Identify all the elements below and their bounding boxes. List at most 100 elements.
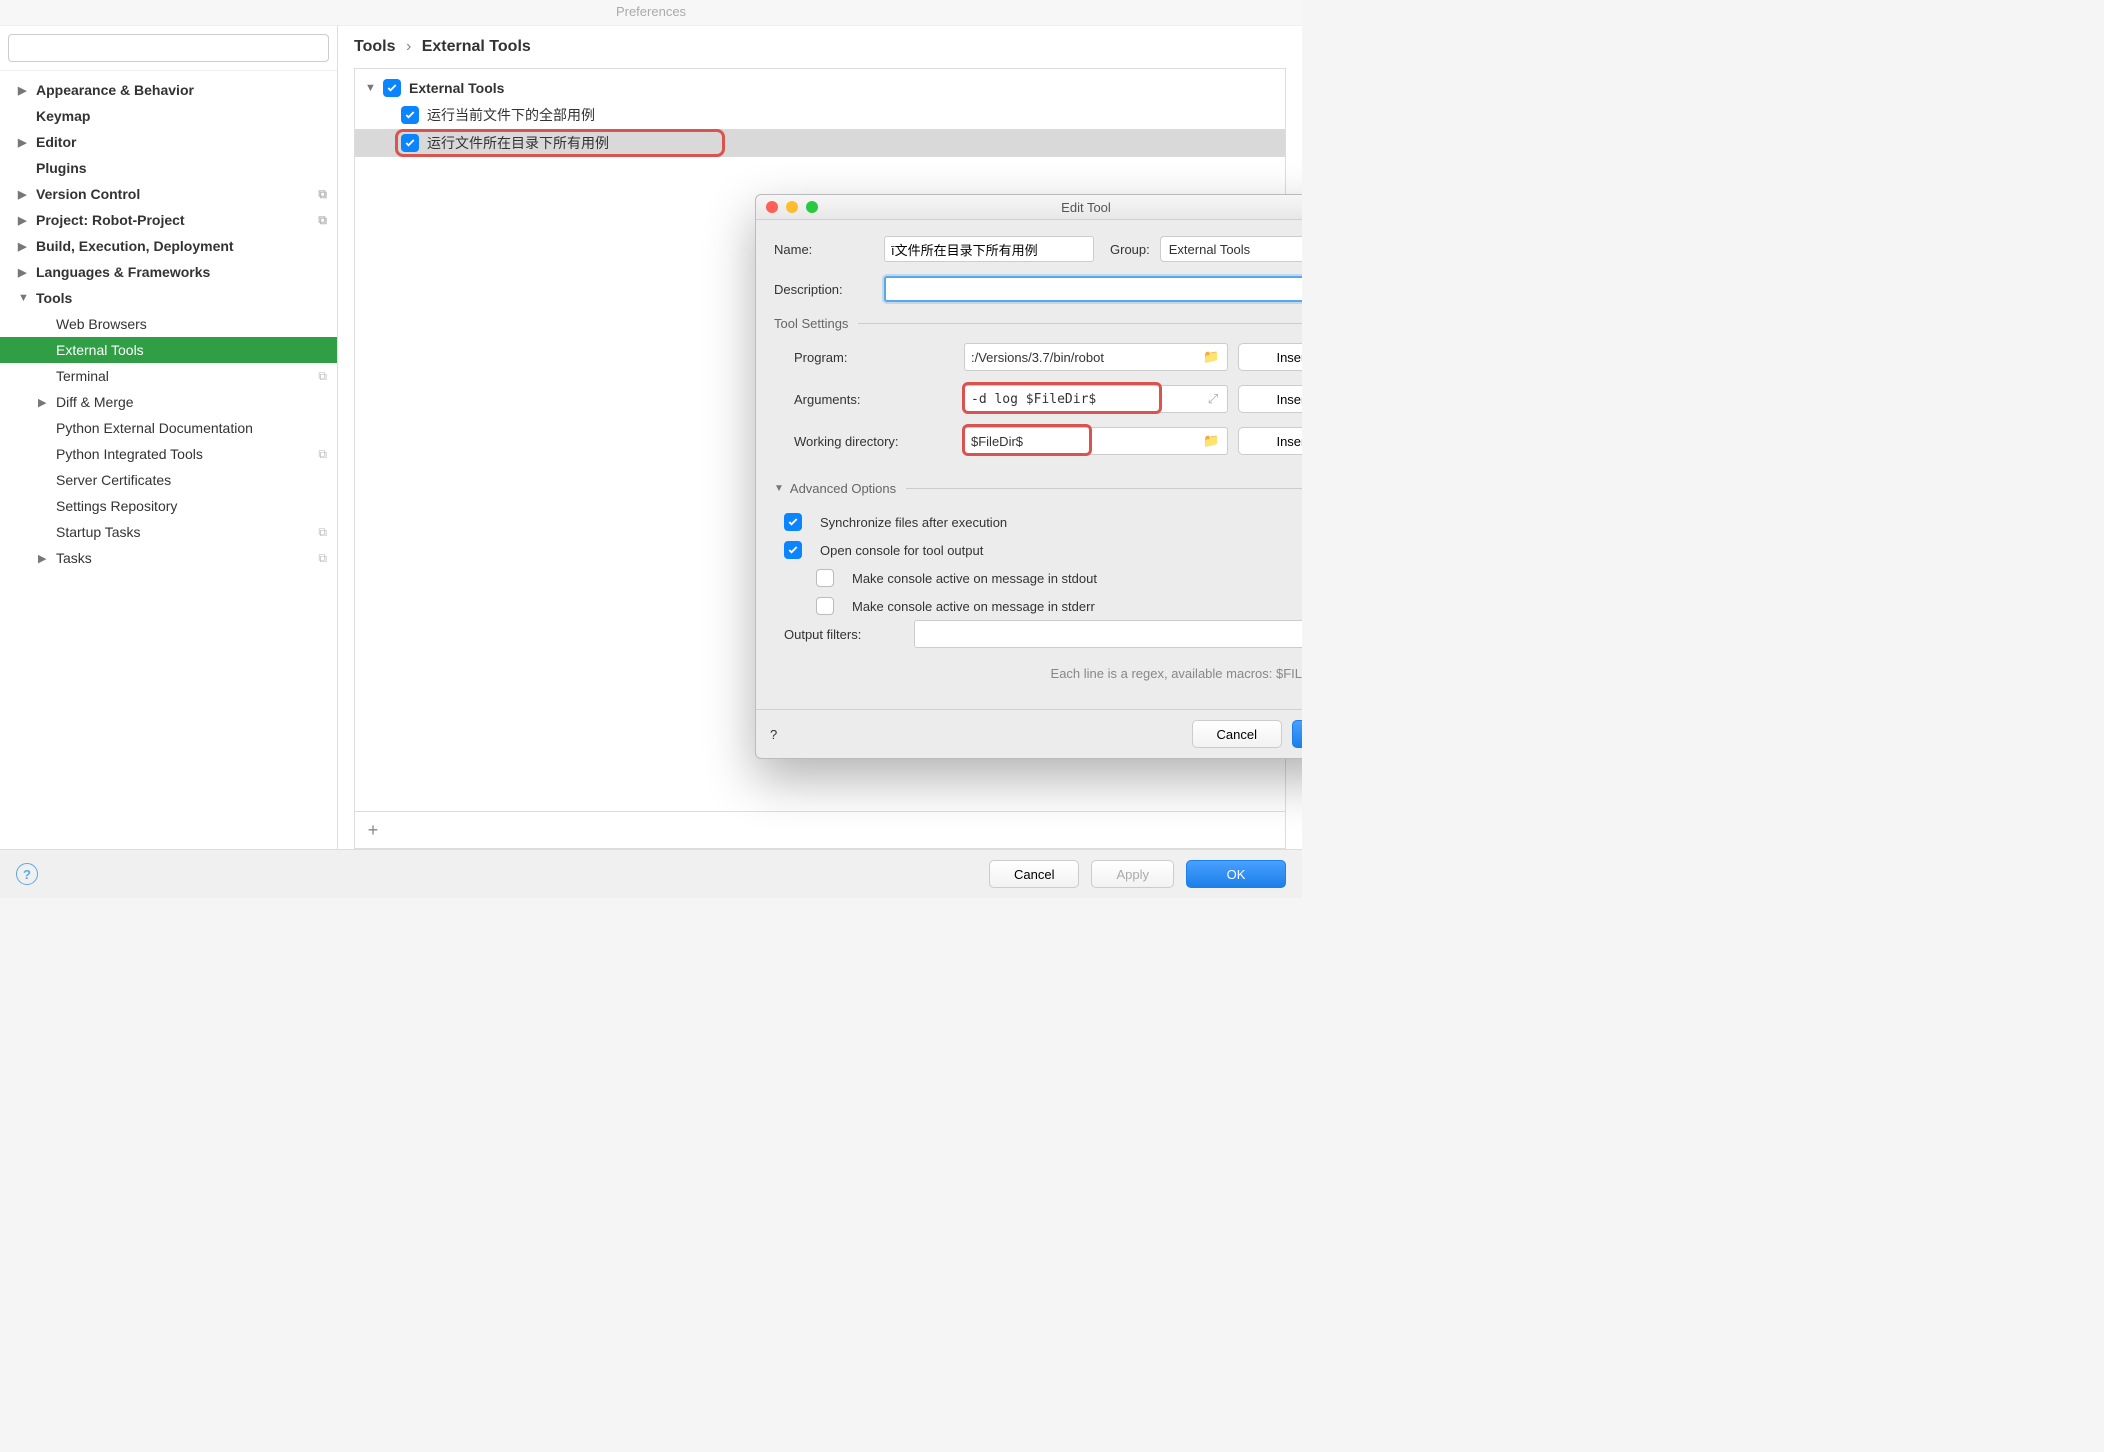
sidebar-item-label: Python Integrated Tools (56, 446, 203, 462)
sidebar-item-label: Project: Robot-Project (36, 212, 185, 228)
program-row: Program: :/Versions/3.7/bin/robot 📁 Inse… (774, 343, 1302, 371)
sidebar-item-label: Settings Repository (56, 498, 177, 514)
chevron-right-icon: ▶ (38, 552, 52, 565)
tree-item-label: 运行文件所在目录下所有用例 (427, 133, 609, 153)
add-button[interactable]: + (361, 818, 385, 842)
chevron-right-icon: ▶ (18, 188, 32, 201)
cancel-button[interactable]: Cancel (1192, 720, 1282, 748)
chevron-down-icon[interactable]: ▼ (774, 483, 784, 494)
sidebar-item-python-docs[interactable]: Python External Documentation (0, 415, 337, 441)
sidebar-item-web-browsers[interactable]: Web Browsers (0, 311, 337, 337)
chevron-down-icon: ▼ (18, 292, 32, 304)
description-row: Description: (774, 276, 1302, 302)
sidebar-item-vcs[interactable]: ▶Version Control⧉ (0, 181, 337, 207)
checkbox-checked-icon[interactable] (784, 541, 802, 559)
sidebar-item-tools[interactable]: ▼ Tools (0, 285, 337, 311)
dialog-titlebar[interactable]: Edit Tool (756, 195, 1302, 220)
sidebar-item-label: Keymap (36, 108, 90, 124)
workdir-row: Working directory: $FileDir$ 📁 Insert Ma… (774, 427, 1302, 455)
description-input[interactable] (884, 276, 1302, 302)
chevron-right-icon: ▶ (18, 136, 32, 149)
cancel-button[interactable]: Cancel (989, 860, 1079, 888)
console-option[interactable]: Open console for tool output (774, 536, 1302, 564)
sidebar-item-terminal[interactable]: Terminal⧉ (0, 363, 337, 389)
description-label: Description: (774, 282, 874, 297)
tree-group-label: External Tools (409, 80, 504, 96)
sidebar-item-plugins[interactable]: Plugins (0, 155, 337, 181)
sidebar-item-label: Web Browsers (56, 316, 147, 332)
tree-item-selected[interactable]: 运行文件所在目录下所有用例 (355, 129, 1285, 157)
arguments-label: Arguments: (794, 392, 954, 407)
sidebar-item-editor[interactable]: ▶Editor (0, 129, 337, 155)
folder-icon[interactable]: 📁 (1203, 433, 1223, 449)
close-icon[interactable] (766, 201, 778, 213)
group-label: Group: (1110, 242, 1150, 257)
checkbox-unchecked-icon[interactable] (816, 569, 834, 587)
checkbox-checked-icon[interactable] (784, 513, 802, 531)
tree-group[interactable]: ▼ External Tools (355, 75, 1285, 101)
arguments-input[interactable]: -d log $FileDir$ (971, 392, 1203, 407)
checkbox-unchecked-icon[interactable] (816, 597, 834, 615)
chevron-right-icon: ▶ (38, 396, 52, 409)
tool-settings-section: Tool Settings Program: :/Versions/3.7/bi… (774, 316, 1302, 469)
minimize-icon[interactable] (786, 201, 798, 213)
stdout-option[interactable]: Make console active on message in stdout (774, 564, 1302, 592)
sidebar-item-startup-tasks[interactable]: Startup Tasks ⧉ (0, 519, 337, 545)
preferences-window: Preferences 🔍 ▶Appearance & Behavior Key… (0, 0, 1302, 898)
window-title: Preferences (0, 0, 1302, 26)
sidebar-item-label: Python External Documentation (56, 420, 253, 436)
sync-option[interactable]: Synchronize files after execution (774, 508, 1302, 536)
sidebar-item-python-tools[interactable]: Python Integrated Tools⧉ (0, 441, 337, 467)
sidebar-item-label: Startup Tasks (56, 524, 141, 540)
insert-macro-button[interactable]: Insert Macro... (1238, 385, 1302, 413)
chevron-right-icon: ▶ (18, 84, 32, 97)
search-input[interactable] (8, 34, 329, 62)
workdir-input[interactable]: $FileDir$ (971, 434, 1203, 449)
content-area: Tools › External Tools ▼ External Tools … (338, 26, 1302, 849)
help-icon[interactable]: ? (770, 727, 777, 742)
folder-icon[interactable]: 📁 (1203, 349, 1223, 365)
sidebar-item-external-tools[interactable]: External Tools (0, 337, 337, 363)
copy-icon: ⧉ (318, 525, 327, 540)
help-icon[interactable]: ? (16, 863, 38, 885)
checkbox-checked-icon[interactable] (401, 134, 419, 152)
sidebar-item-keymap[interactable]: Keymap (0, 103, 337, 129)
traffic-lights (766, 201, 818, 213)
name-label: Name: (774, 242, 874, 257)
sidebar-item-label: Tools (36, 290, 72, 306)
sidebar-item-server-certs[interactable]: Server Certificates (0, 467, 337, 493)
tree-item[interactable]: 运行当前文件下的全部用例 (355, 101, 1285, 129)
program-input[interactable]: :/Versions/3.7/bin/robot (971, 350, 1203, 365)
name-input[interactable] (884, 236, 1094, 262)
sidebar-item-label: Languages & Frameworks (36, 264, 210, 280)
apply-button[interactable]: Apply (1091, 860, 1174, 888)
insert-macro-button[interactable]: Insert Macro... (1238, 343, 1302, 371)
sidebar-item-label: Terminal (56, 368, 109, 384)
sidebar-item-languages[interactable]: ▶Languages & Frameworks (0, 259, 337, 285)
sidebar-item-build[interactable]: ▶Build, Execution, Deployment (0, 233, 337, 259)
stderr-option[interactable]: Make console active on message in stderr (774, 592, 1302, 620)
tree-toolbar: + (355, 811, 1285, 848)
sidebar-item-project[interactable]: ▶Project: Robot-Project⧉ (0, 207, 337, 233)
sidebar-item-settings-repo[interactable]: Settings Repository (0, 493, 337, 519)
dialog-footer: ? Cancel OK (756, 709, 1302, 758)
checkbox-checked-icon[interactable] (383, 79, 401, 97)
stderr-label: Make console active on message in stderr (852, 599, 1095, 614)
sidebar-item-tasks[interactable]: ▶Tasks⧉ (0, 545, 337, 571)
expand-icon[interactable]: ⤢ (1203, 389, 1223, 409)
tool-settings-legend: Tool Settings (774, 316, 858, 331)
sidebar-item-label: External Tools (56, 342, 144, 358)
dialog-body: Name: Group: External Tools ⌄ Descriptio… (756, 220, 1302, 709)
checkbox-checked-icon[interactable] (401, 106, 419, 124)
ok-button[interactable]: OK (1292, 720, 1302, 748)
zoom-icon[interactable] (806, 201, 818, 213)
filters-label: Output filters: (784, 627, 904, 642)
arguments-row: Arguments: -d log $FileDir$ ⤢ Insert Mac… (774, 385, 1302, 413)
group-select[interactable]: External Tools ⌄ (1160, 236, 1302, 262)
ok-button[interactable]: OK (1186, 860, 1286, 888)
insert-macro-button[interactable]: Insert Macro... (1238, 427, 1302, 455)
breadcrumb-root[interactable]: Tools (354, 38, 395, 55)
sidebar-item-diff-merge[interactable]: ▶Diff & Merge (0, 389, 337, 415)
console-label: Open console for tool output (820, 543, 983, 558)
sidebar-item-appearance[interactable]: ▶Appearance & Behavior (0, 77, 337, 103)
